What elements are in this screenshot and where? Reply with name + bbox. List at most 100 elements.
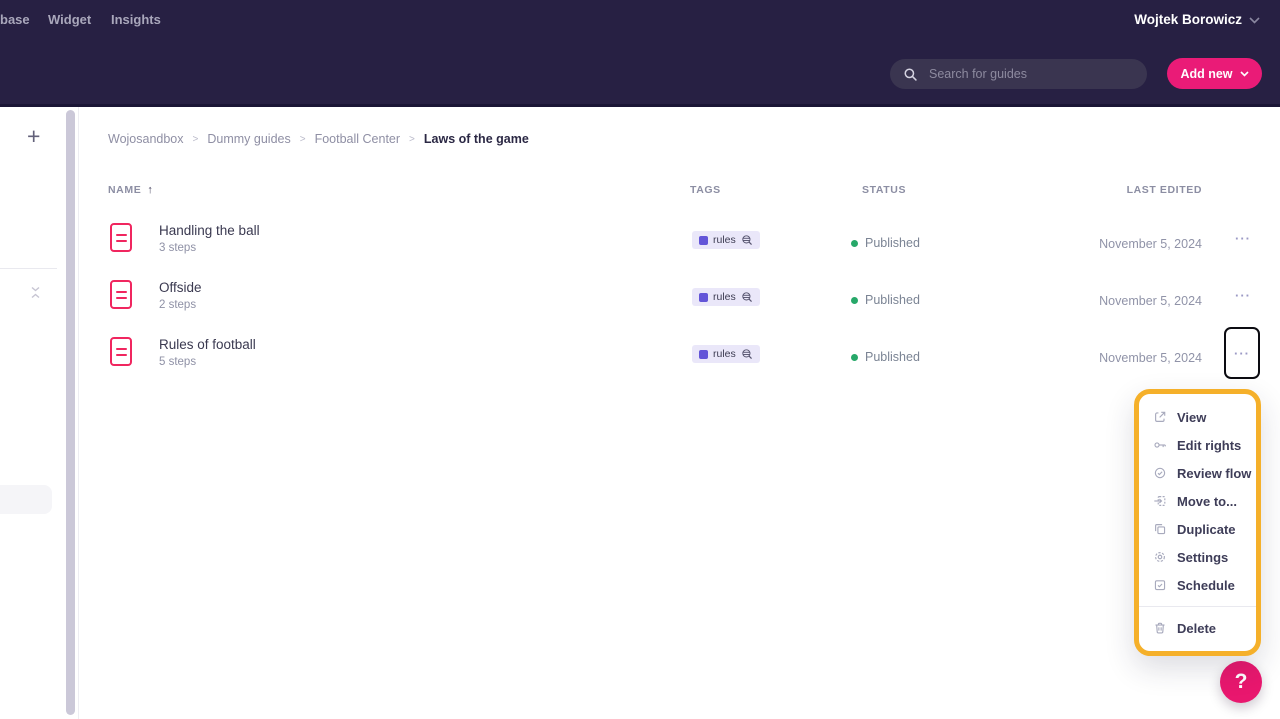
search-icon (903, 67, 918, 82)
menu-item-settings[interactable]: Settings (1139, 543, 1256, 571)
menu-item-move-to[interactable]: Move to... (1139, 487, 1256, 515)
menu-item-duplicate[interactable]: Duplicate (1139, 515, 1256, 543)
last-edited-date: November 5, 2024 (1099, 351, 1202, 365)
user-name: Wojtek Borowicz (1134, 12, 1242, 27)
tag-color-swatch (699, 350, 708, 359)
menu-item-label: Duplicate (1177, 522, 1236, 537)
breadcrumb-current-page: Laws of the game (424, 132, 529, 146)
status-published-dot (851, 354, 858, 361)
breadcrumb-separator: > (193, 134, 199, 145)
breadcrumb-separator: > (300, 134, 306, 145)
move-to-icon (1152, 494, 1167, 509)
breadcrumb-separator: > (409, 134, 415, 145)
guide-name[interactable]: Handling the ball (159, 223, 260, 238)
menu-item-label: Settings (1177, 550, 1228, 565)
search-input[interactable] (927, 66, 1134, 82)
guide-name[interactable]: Offside (159, 280, 202, 295)
gear-icon (1152, 550, 1167, 565)
sidebar-scrollbar[interactable] (66, 110, 75, 715)
top-header: base Widget Insights Wojtek Borowicz Add… (0, 0, 1280, 107)
question-mark-icon: ? (1235, 670, 1248, 694)
add-new-label: Add new (1180, 67, 1232, 81)
column-header-name[interactable]: NAME ↑ (108, 184, 153, 196)
tag-public-globe-icon (741, 348, 753, 360)
nav-item-insights[interactable]: Insights (111, 12, 161, 27)
status-published-dot (851, 240, 858, 247)
tag-badge-rules[interactable]: rules (692, 345, 760, 363)
table-row-offside[interactable]: Offside 2 steps rules Published November… (80, 268, 1280, 325)
menu-item-review-flow[interactable]: Review flow (1139, 459, 1256, 487)
key-icon (1152, 438, 1167, 453)
guide-steps-count: 2 steps (159, 299, 196, 311)
column-header-name-label: NAME (108, 184, 141, 196)
status-label: Published (865, 236, 920, 250)
status-badge: Published (851, 350, 920, 364)
tag-label: rules (713, 291, 736, 303)
menu-item-label: View (1177, 410, 1206, 425)
column-header-tags: TAGS (690, 184, 721, 196)
row-actions-menu-button-highlighted[interactable]: ··· (1224, 327, 1260, 379)
table-row-rules-of-football[interactable]: Rules of football 5 steps rules Publishe… (80, 325, 1280, 382)
last-edited-date: November 5, 2024 (1099, 237, 1202, 251)
add-new-button[interactable]: Add new (1167, 58, 1262, 89)
tag-public-globe-icon (741, 291, 753, 303)
sidebar-divider (0, 268, 57, 269)
search-bar[interactable] (890, 59, 1147, 89)
column-header-last-edited: LAST EDITED (1127, 184, 1202, 196)
guide-steps-count: 3 steps (159, 242, 196, 254)
sidebar: + (0, 107, 79, 719)
breadcrumb-item-dummy-guides[interactable]: Dummy guides (207, 132, 290, 146)
chevron-down-icon (1249, 15, 1260, 24)
menu-item-label: Delete (1177, 621, 1216, 636)
last-edited-date: November 5, 2024 (1099, 294, 1202, 308)
user-menu[interactable]: Wojtek Borowicz (1134, 12, 1260, 27)
column-header-status: STATUS (862, 184, 906, 196)
sort-ascending-icon: ↑ (147, 184, 153, 196)
ellipsis-icon: ··· (1234, 346, 1250, 361)
status-badge: Published (851, 293, 920, 307)
guide-document-icon (110, 337, 132, 366)
status-label: Published (865, 293, 920, 307)
row-actions-menu-button[interactable]: ··· (1228, 290, 1258, 306)
menu-item-schedule[interactable]: Schedule (1139, 571, 1256, 599)
breadcrumb-item-wojosandbox[interactable]: Wojosandbox (108, 132, 184, 146)
guide-steps-count: 5 steps (159, 356, 196, 368)
sidebar-item-highlight[interactable] (0, 485, 52, 514)
status-published-dot (851, 297, 858, 304)
menu-item-label: Edit rights (1177, 438, 1241, 453)
tag-badge-rules[interactable]: rules (692, 231, 760, 249)
duplicate-icon (1152, 522, 1167, 537)
breadcrumb-item-football-center[interactable]: Football Center (315, 132, 400, 146)
review-check-icon (1152, 466, 1167, 481)
chevron-down-icon (1240, 71, 1249, 77)
tag-public-globe-icon (741, 234, 753, 246)
menu-item-label: Schedule (1177, 578, 1235, 593)
external-link-icon (1152, 410, 1167, 425)
guide-name[interactable]: Rules of football (159, 337, 256, 352)
menu-divider (1139, 606, 1256, 607)
nav-item-widget[interactable]: Widget (48, 12, 91, 27)
add-folder-button[interactable]: + (27, 125, 40, 147)
status-label: Published (865, 350, 920, 364)
menu-item-view[interactable]: View (1139, 403, 1256, 431)
tag-label: rules (713, 234, 736, 246)
menu-item-label: Move to... (1177, 494, 1237, 509)
collapse-sidebar-icon[interactable] (29, 286, 42, 299)
table-row-handling-the-ball[interactable]: Handling the ball 3 steps rules Publishe… (80, 211, 1280, 268)
calendar-check-icon (1152, 578, 1167, 593)
guide-document-icon (110, 280, 132, 309)
trash-icon (1152, 621, 1167, 636)
row-actions-context-menu: View Edit rights Review flow Move to... … (1134, 389, 1261, 656)
guide-document-icon (110, 223, 132, 252)
tag-badge-rules[interactable]: rules (692, 288, 760, 306)
status-badge: Published (851, 236, 920, 250)
tag-label: rules (713, 348, 736, 360)
help-button[interactable]: ? (1220, 661, 1262, 703)
tag-color-swatch (699, 293, 708, 302)
row-actions-menu-button[interactable]: ··· (1228, 233, 1258, 249)
menu-item-delete[interactable]: Delete (1139, 614, 1256, 642)
menu-item-label: Review flow (1177, 466, 1251, 481)
nav-item-knowledge-base[interactable]: base (0, 12, 30, 27)
menu-item-edit-rights[interactable]: Edit rights (1139, 431, 1256, 459)
breadcrumb: Wojosandbox > Dummy guides > Football Ce… (108, 132, 529, 146)
